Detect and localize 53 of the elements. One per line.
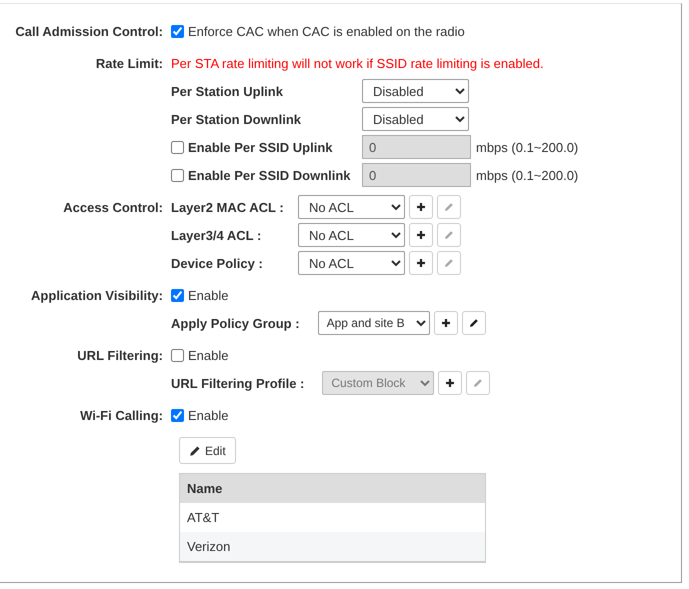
field-label: Per Station Downlink xyxy=(171,112,302,126)
add-button[interactable] xyxy=(409,195,433,219)
pencil-icon xyxy=(444,258,454,268)
checkbox[interactable] xyxy=(171,24,184,38)
field-label: Application Visibility: xyxy=(31,288,163,302)
field-label: Rate Limit: xyxy=(96,56,163,70)
checkbox[interactable] xyxy=(171,288,184,302)
checkbox[interactable] xyxy=(171,408,184,422)
field-label: Enable Per SSID Downlink xyxy=(188,168,352,182)
add-button[interactable] xyxy=(409,223,433,247)
select-dropdown[interactable]: Disabled xyxy=(362,107,469,131)
select-dropdown[interactable]: No ACL xyxy=(298,251,405,275)
edit-button[interactable]: Edit xyxy=(179,437,236,464)
field-label: Enable Per SSID Uplink xyxy=(188,140,334,154)
plus-icon xyxy=(416,202,426,212)
field-label: Wi-Fi Calling: xyxy=(80,408,163,422)
checkbox[interactable] xyxy=(171,348,184,362)
add-button[interactable] xyxy=(409,251,433,275)
field-label: URL Filtering: xyxy=(77,348,163,362)
plus-icon xyxy=(445,378,456,388)
plus-icon xyxy=(440,318,451,328)
select-dropdown[interactable]: No ACL xyxy=(298,223,405,247)
edit-button[interactable] xyxy=(462,311,486,335)
checkbox-label: Enable xyxy=(188,408,228,422)
select-dropdown[interactable]: No ACL xyxy=(298,195,405,219)
plus-icon xyxy=(416,230,426,240)
plus-icon xyxy=(416,258,426,268)
add-button[interactable] xyxy=(438,371,462,395)
pencil-icon xyxy=(468,318,479,328)
table-cell: Verizon xyxy=(180,532,486,562)
field-label: Device Policy : xyxy=(171,256,264,270)
checkbox-label: Enable xyxy=(188,348,228,362)
checkbox-label: Enable xyxy=(188,288,228,302)
checkbox-label: Enforce CAC when CAC is enabled on the radio xyxy=(188,24,465,38)
pencil-icon xyxy=(444,230,454,240)
pencil-icon xyxy=(444,202,454,212)
field-label: URL Filtering Profile : xyxy=(171,376,304,390)
select-dropdown[interactable]: App and site B xyxy=(318,311,430,335)
pencil-icon xyxy=(473,378,484,388)
field-label: Apply Policy Group : xyxy=(171,316,300,330)
unit-label: mbps (0.1~200.0) xyxy=(476,168,578,182)
table-cell: AT&T xyxy=(180,503,486,532)
unit-label: mbps (0.1~200.0) xyxy=(476,140,578,154)
pencil-icon xyxy=(189,444,201,456)
field-label: Layer2 MAC ACL : xyxy=(171,200,285,214)
field-label: Per Station Uplink xyxy=(171,84,284,98)
field-label: Access Control: xyxy=(63,200,163,214)
warning-text: Per STA rate limiting will not work if SSID rate limiting is enabled. xyxy=(171,56,544,70)
field-label: Layer3/4 ACL : xyxy=(171,228,262,242)
column-header: Name xyxy=(180,474,486,503)
select-dropdown[interactable]: Disabled xyxy=(362,79,469,103)
add-button[interactable] xyxy=(434,311,458,335)
field-label: Call Admission Control: xyxy=(15,24,163,38)
